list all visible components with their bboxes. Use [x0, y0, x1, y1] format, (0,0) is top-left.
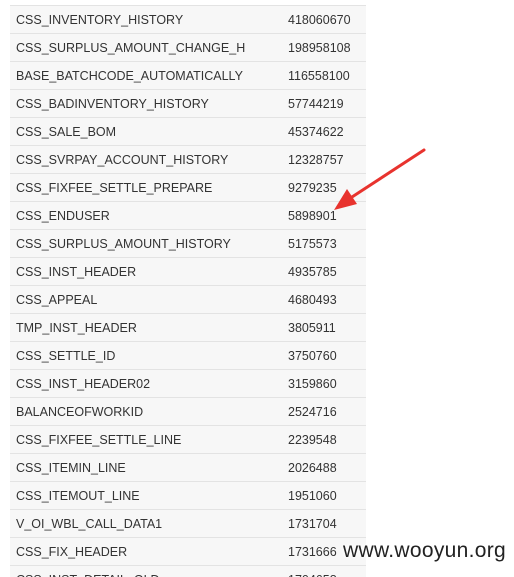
table-row: CSS_ITEMOUT_LINE 1951060	[10, 481, 366, 510]
table-name-cell: CSS_SURPLUS_AMOUNT_CHANGE_H	[10, 33, 282, 62]
table-row: CSS_SURPLUS_AMOUNT_CHANGE_H 198958108	[10, 33, 366, 62]
screenshot-page: CSS_INVENTORY_HISTORY 418060670 CSS_SURPLU…	[0, 0, 514, 577]
row-count-cell: 198958108	[282, 33, 366, 62]
row-count-cell: 5898901	[282, 201, 366, 230]
table-name-cell: CSS_ITEMOUT_LINE	[10, 481, 282, 510]
table-name-cell: CSS_INST_HEADER	[10, 257, 282, 286]
table-row: TMP_INST_HEADER 3805911	[10, 313, 366, 342]
table-name-cell: BASE_BATCHCODE_AUTOMATICALLY	[10, 61, 282, 90]
table-row: CSS_SALE_BOM 45374622	[10, 117, 366, 146]
table-name-cell: CSS_ENDUSER	[10, 201, 282, 230]
table-row: CSS_FIXFEE_SETTLE_PREPARE 9279235	[10, 173, 366, 202]
table-name-cell: CSS_BADINVENTORY_HISTORY	[10, 89, 282, 118]
row-count-cell: 3159860	[282, 369, 366, 398]
row-count-cell: 45374622	[282, 117, 366, 146]
table-name-cell: CSS_FIXFEE_SETTLE_LINE	[10, 425, 282, 454]
table-name-cell: TMP_INST_HEADER	[10, 313, 282, 342]
table-name-cell: CSS_FIXFEE_SETTLE_PREPARE	[10, 173, 282, 202]
row-count-cell: 57744219	[282, 89, 366, 118]
row-count-cell: 3805911	[282, 313, 366, 342]
row-count-cell: 2524716	[282, 397, 366, 426]
row-count-cell: 4935785	[282, 257, 366, 286]
row-count-cell: 4680493	[282, 285, 366, 314]
table-name-cell: CSS_APPEAL	[10, 285, 282, 314]
table-name-cell: CSS_SURPLUS_AMOUNT_HISTORY	[10, 229, 282, 258]
table-name-cell: V_OI_WBL_CALL_DATA1	[10, 509, 282, 538]
table-row: BASE_BATCHCODE_AUTOMATICALLY 116558100	[10, 61, 366, 90]
table-name-cell: CSS_SALE_BOM	[10, 117, 282, 146]
table-row: CSS_FIX_HEADER 1731666	[10, 537, 366, 566]
watermark-text: www.wooyun.org	[343, 539, 506, 562]
table-row: CSS_SURPLUS_AMOUNT_HISTORY 5175573	[10, 229, 366, 258]
table-row: CSS_SVRPAY_ACCOUNT_HISTORY 12328757	[10, 145, 366, 174]
table-row: CSS_APPEAL 4680493	[10, 285, 366, 314]
table-name-cell: CSS_ITEMIN_LINE	[10, 453, 282, 482]
row-count-cell: 2239548	[282, 425, 366, 454]
table-row: CSS_SETTLE_ID 3750760	[10, 341, 366, 370]
table-name-cell: CSS_INST_DETAIL_OLD	[10, 565, 282, 577]
table-row: CSS_INST_HEADER02 3159860	[10, 369, 366, 398]
table-row-count-list: CSS_INVENTORY_HISTORY 418060670 CSS_SURPLU…	[10, 5, 366, 577]
table-name-cell: CSS_SVRPAY_ACCOUNT_HISTORY	[10, 145, 282, 174]
table-row: BALANCEOFWORKID 2524716	[10, 397, 366, 426]
table-row: V_OI_WBL_CALL_DATA1 1731704	[10, 509, 366, 538]
table-row: CSS_ITEMIN_LINE 2026488	[10, 453, 366, 482]
table-row: CSS_INST_HEADER 4935785	[10, 257, 366, 286]
row-count-cell: 3750760	[282, 341, 366, 370]
row-count-cell: 12328757	[282, 145, 366, 174]
table-row: CSS_INST_DETAIL_OLD1704658	[10, 565, 366, 577]
row-count-cell: 2026488	[282, 453, 366, 482]
row-count-cell: 418060670	[282, 5, 366, 34]
table-name-cell: CSS_INVENTORY_HISTORY	[10, 5, 282, 34]
table-row: CSS_ENDUSER 5898901	[10, 201, 366, 230]
row-count-cell: 9279235	[282, 173, 366, 202]
table-row: CSS_BADINVENTORY_HISTORY 57744219	[10, 89, 366, 118]
table-body: CSS_INVENTORY_HISTORY 418060670 CSS_SURPLU…	[10, 5, 366, 577]
row-count-cell: 1731704	[282, 509, 366, 538]
row-count-cell: 1951060	[282, 481, 366, 510]
table-name-cell: BALANCEOFWORKID	[10, 397, 282, 426]
table-name-cell: CSS_SETTLE_ID	[10, 341, 282, 370]
table-row: CSS_INVENTORY_HISTORY 418060670	[10, 5, 366, 34]
table-row: CSS_FIXFEE_SETTLE_LINE 2239548	[10, 425, 366, 454]
row-count-cell: 5175573	[282, 229, 366, 258]
row-count-cell: 1704658	[282, 565, 366, 577]
table-name-cell: CSS_INST_HEADER02	[10, 369, 282, 398]
row-count-cell: 116558100	[282, 61, 366, 90]
table-name-cell: CSS_FIX_HEADER	[10, 537, 282, 566]
